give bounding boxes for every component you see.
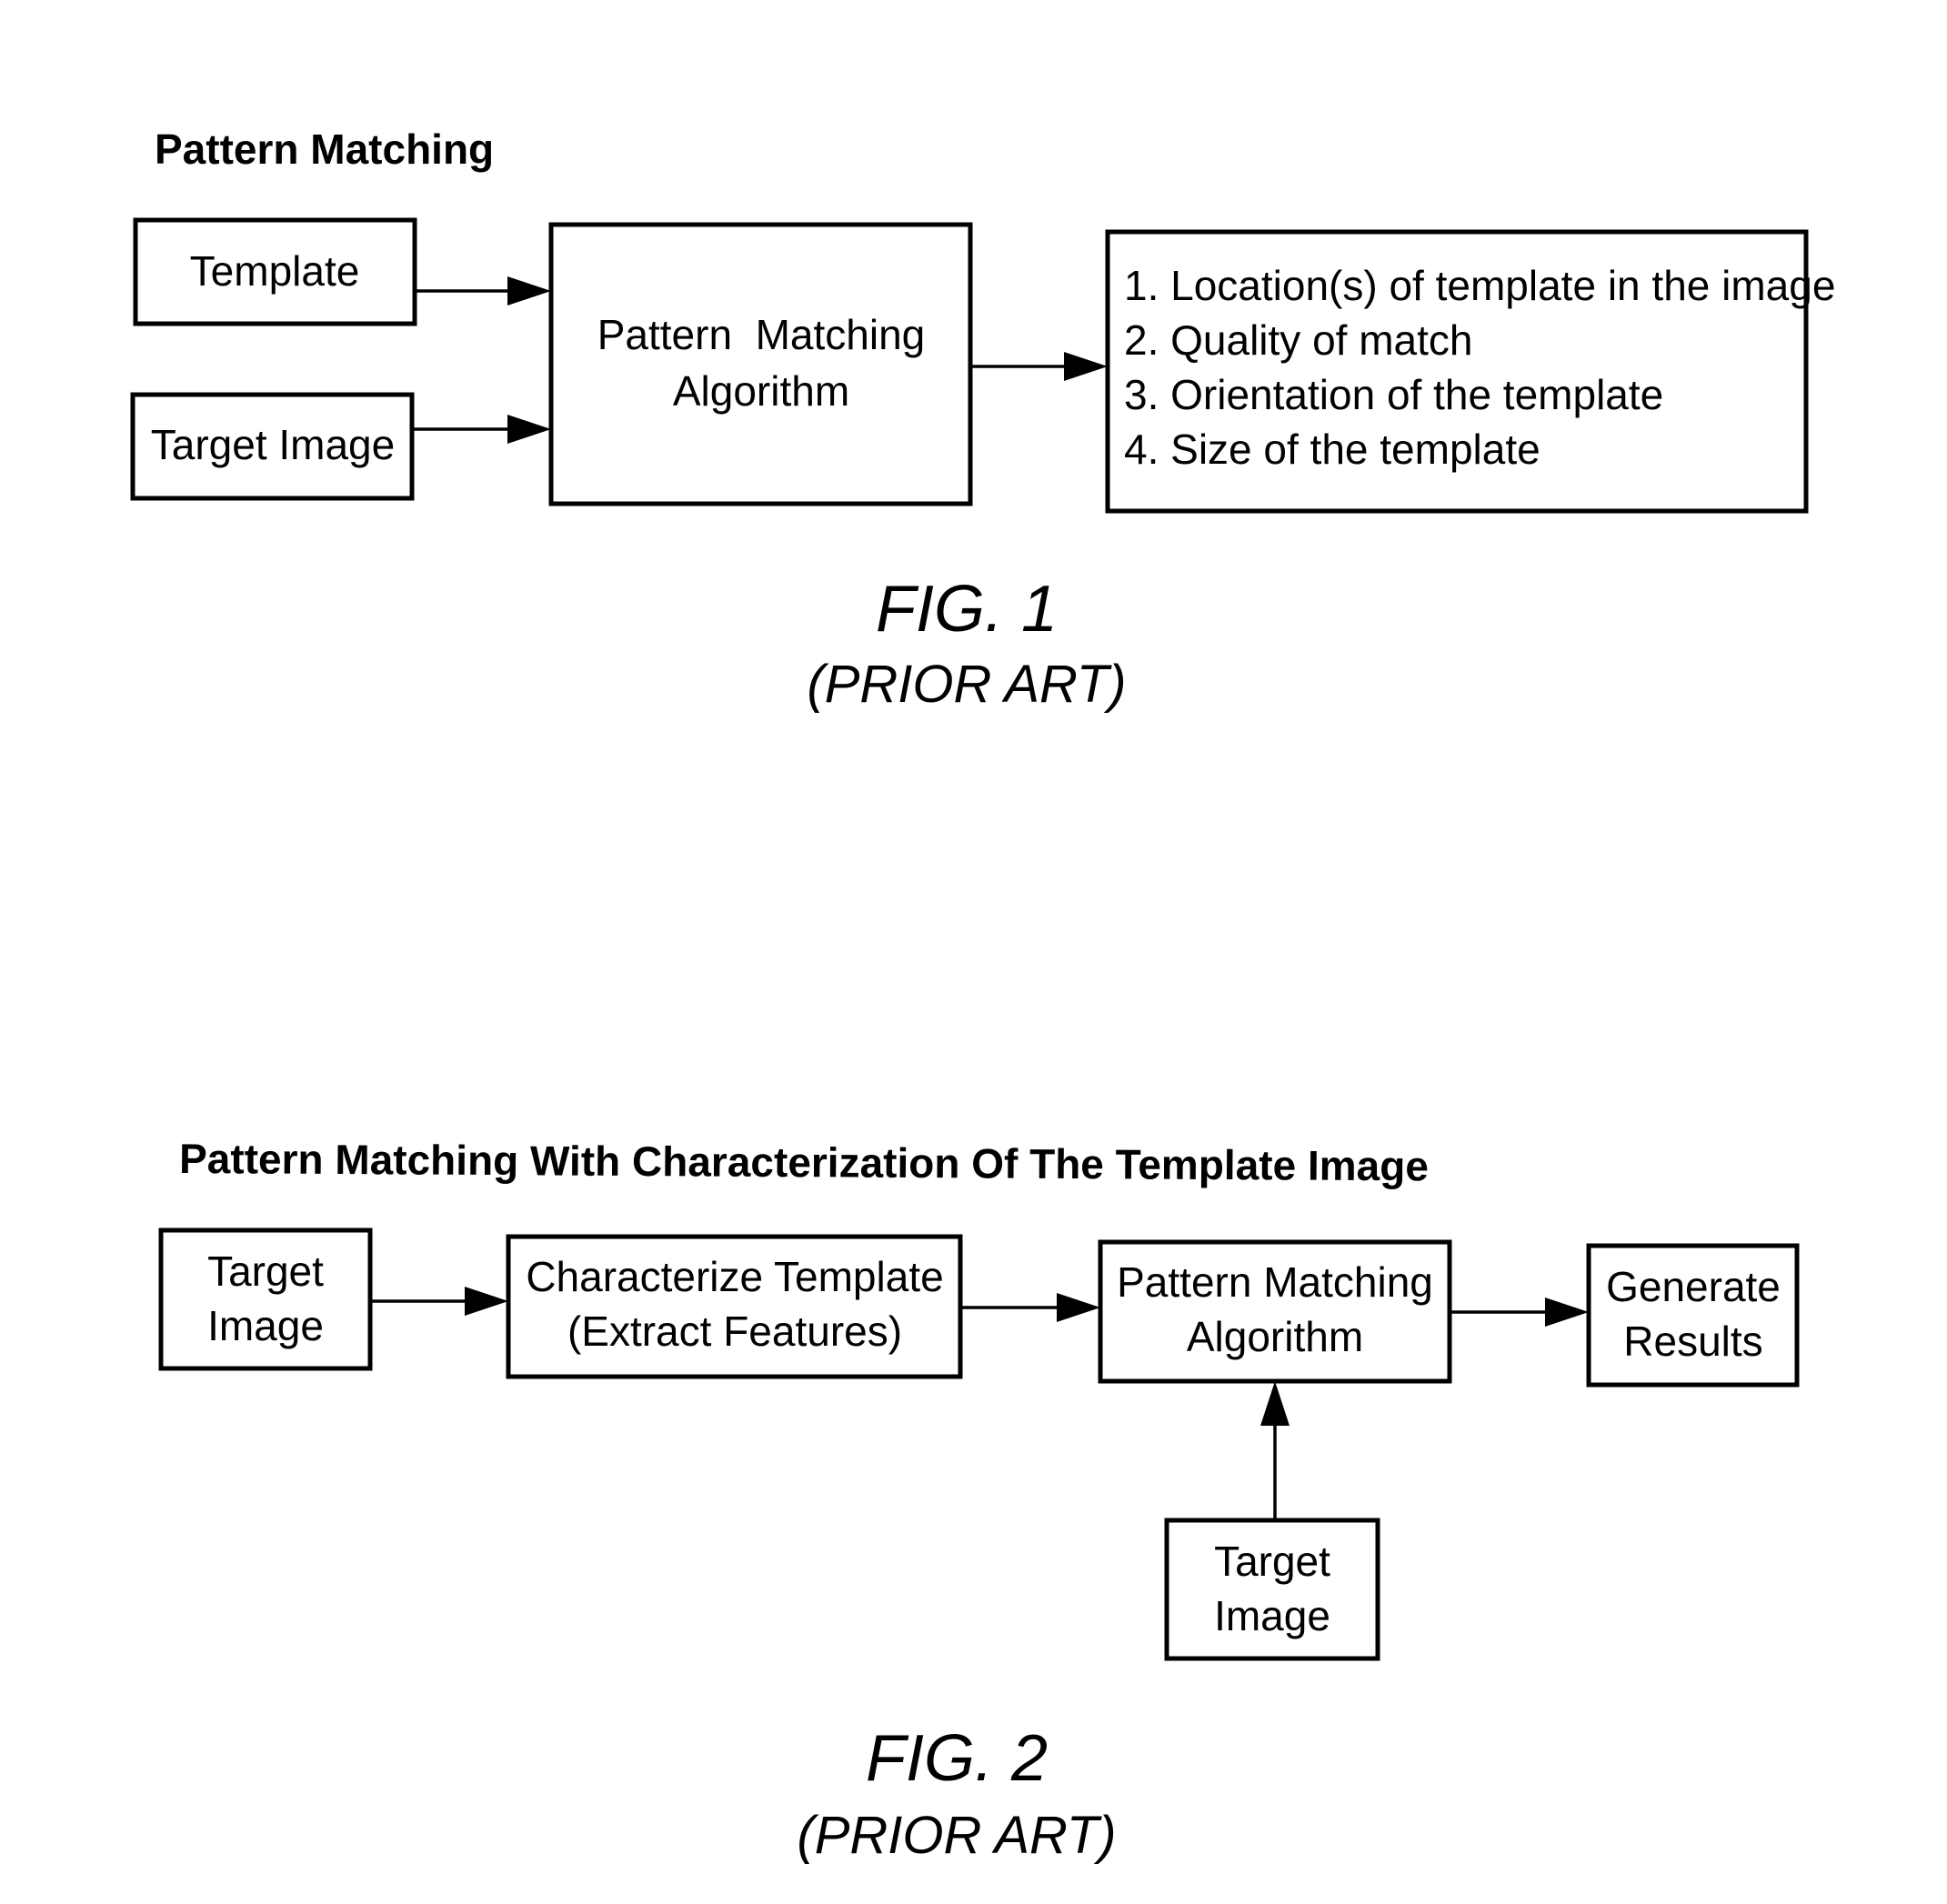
fig2-target-image-label-line2: Image <box>207 1302 324 1349</box>
fig1-title: Pattern Matching <box>155 125 494 173</box>
fig1-target-image-label: Target Image <box>151 421 395 468</box>
fig2-algorithm-box: Pattern Matching Algorithm <box>1098 1239 1452 1384</box>
fig1-results-box: 1. Location(s) of template in the image … <box>1105 229 1835 514</box>
arrowhead-right-icon <box>1064 352 1108 381</box>
patent-drawing-sheet: Pattern Matching Template Target Image P… <box>130 125 1835 1865</box>
fig1-result-item-1: 1. Location(s) of template in the image <box>1124 262 1835 309</box>
fig1-result-item-3: 3. Orientation of the template <box>1124 371 1663 418</box>
fig2-target-image-box: Target Image <box>158 1228 373 1371</box>
fig1-algorithm-label-line2: Algorithm <box>673 367 849 415</box>
fig2-arrow-algorithm-to-generate <box>1450 1298 1589 1327</box>
fig2-characterize-label-line2: (Extract Features) <box>567 1308 902 1355</box>
arrowhead-right-icon <box>507 276 551 306</box>
fig1-caption: FIG. 1 <box>876 573 1058 646</box>
fig2-subcaption: (PRIOR ART) <box>797 1806 1116 1865</box>
fig2-caption: FIG. 2 <box>866 1722 1048 1795</box>
arrowhead-up-icon <box>1260 1381 1290 1426</box>
fig1-template-box: Template <box>133 217 417 326</box>
fig1-target-image-box: Target Image <box>130 392 415 501</box>
fig1-arrow-algorithm-to-results <box>970 352 1108 381</box>
fig2-generate-label-line2: Results <box>1623 1318 1762 1365</box>
figure-2: Pattern Matching With Characterization O… <box>158 1135 1800 1865</box>
fig1-result-item-4: 4. Size of the template <box>1124 426 1541 473</box>
fig1-subcaption: (PRIOR ART) <box>807 655 1126 714</box>
fig1-arrow-template-to-algorithm <box>415 276 551 306</box>
fig2-target-image-bottom-label-line2: Image <box>1214 1592 1330 1639</box>
fig2-title: Pattern Matching With Characterization O… <box>179 1135 1429 1189</box>
fig2-algorithm-label-line1: Pattern Matching <box>1117 1258 1433 1306</box>
arrowhead-right-icon <box>1057 1293 1100 1322</box>
fig2-arrow-target-to-characterize <box>370 1287 508 1316</box>
fig2-target-image-bottom-box: Target Image <box>1164 1518 1380 1661</box>
fig2-arrow-characterize-to-algorithm <box>960 1293 1100 1322</box>
fig2-target-image-label-line1: Target <box>207 1248 324 1295</box>
fig2-target-image-bottom-label-line1: Target <box>1214 1538 1330 1585</box>
fig2-characterize-label-line1: Characterize Template <box>526 1253 943 1300</box>
fig1-algorithm-box: Pattern Matching Algorithm <box>548 222 973 506</box>
fig2-generate-results-box: Generate Results <box>1586 1243 1800 1388</box>
arrowhead-right-icon <box>507 415 551 444</box>
fig2-characterize-template-box: Characterize Template (Extract Features) <box>506 1234 963 1379</box>
fig2-algorithm-label-line2: Algorithm <box>1187 1313 1363 1360</box>
fig1-arrow-target-to-algorithm <box>412 415 551 444</box>
fig1-result-item-2: 2. Quality of match <box>1124 316 1473 364</box>
fig1-algorithm-label-line1: Pattern Matching <box>597 311 926 358</box>
fig2-generate-label-line1: Generate <box>1606 1263 1781 1310</box>
fig2-arrow-target-bottom-to-algorithm <box>1260 1381 1290 1520</box>
fig1-template-label: Template <box>190 247 360 295</box>
figure-1: Pattern Matching Template Target Image P… <box>130 125 1835 714</box>
arrowhead-right-icon <box>1545 1298 1589 1327</box>
arrowhead-right-icon <box>465 1287 508 1316</box>
